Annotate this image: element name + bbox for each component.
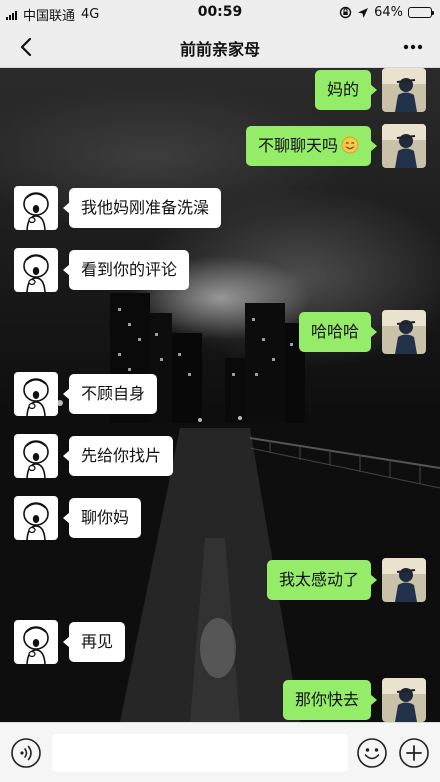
battery-label: 64% bbox=[374, 5, 403, 20]
contact-avatar[interactable] bbox=[14, 434, 58, 478]
message-sent: 我太感动了 bbox=[266, 558, 426, 602]
location-icon bbox=[358, 7, 369, 18]
message-bubble[interactable]: 看到你的评论 bbox=[62, 250, 190, 290]
message-bubble[interactable]: 聊你妈 bbox=[62, 498, 142, 538]
orientation-lock-icon bbox=[339, 6, 352, 19]
chat-area[interactable]: 妈的 不聊聊天吗 我他妈刚准备洗澡 看到你的评论 哈哈哈 不顾自身 先给你找片 … bbox=[0, 68, 440, 722]
message-bubble[interactable]: 我太感动了 bbox=[266, 560, 378, 600]
message-text: 那你快去 bbox=[294, 690, 359, 709]
my-avatar[interactable] bbox=[382, 678, 426, 722]
status-right: 64% bbox=[339, 5, 434, 20]
my-avatar[interactable] bbox=[382, 558, 426, 602]
message-text: 聊你妈 bbox=[81, 508, 130, 527]
message-bubble[interactable]: 再见 bbox=[62, 622, 126, 662]
message-text: 看到你的评论 bbox=[81, 260, 178, 279]
message-received: 先给你找片 bbox=[14, 434, 174, 478]
smile-emoji-icon bbox=[341, 136, 359, 154]
message-text: 不顾自身 bbox=[81, 384, 146, 403]
message-bubble[interactable]: 那你快去 bbox=[282, 680, 378, 720]
my-avatar[interactable] bbox=[382, 68, 426, 112]
contact-avatar[interactable] bbox=[14, 186, 58, 230]
status-bar: 中国联通 4G 00:59 64% bbox=[0, 0, 440, 26]
message-received: 我他妈刚准备洗澡 bbox=[14, 186, 222, 230]
message-text: 哈哈哈 bbox=[310, 322, 359, 341]
input-bar bbox=[0, 722, 440, 782]
message-bubble[interactable]: 我他妈刚准备洗澡 bbox=[62, 188, 222, 228]
message-sent: 哈哈哈 bbox=[298, 310, 426, 354]
message-text: 先给你找片 bbox=[81, 446, 162, 465]
contact-avatar[interactable] bbox=[14, 496, 58, 540]
battery-icon bbox=[408, 7, 434, 18]
my-avatar[interactable] bbox=[382, 124, 426, 168]
emoji-icon[interactable] bbox=[356, 737, 388, 769]
message-text: 再见 bbox=[81, 632, 114, 651]
message-received: 聊你妈 bbox=[14, 496, 142, 540]
plus-icon[interactable] bbox=[398, 737, 430, 769]
nav-bar: 前前亲家母 bbox=[0, 26, 440, 68]
message-received: 再见 bbox=[14, 620, 126, 664]
message-sent: 妈的 bbox=[314, 68, 426, 112]
message-text: 我太感动了 bbox=[278, 570, 359, 589]
message-text: 我他妈刚准备洗澡 bbox=[81, 198, 210, 217]
message-bubble[interactable]: 妈的 bbox=[314, 70, 378, 110]
message-received: 看到你的评论 bbox=[14, 248, 190, 292]
message-bubble[interactable]: 不顾自身 bbox=[62, 374, 158, 414]
contact-avatar[interactable] bbox=[14, 248, 58, 292]
voice-icon[interactable] bbox=[10, 737, 42, 769]
message-sent: 那你快去 bbox=[282, 678, 426, 722]
my-avatar[interactable] bbox=[382, 310, 426, 354]
message-text: 妈的 bbox=[326, 80, 359, 99]
contact-avatar[interactable] bbox=[14, 372, 58, 416]
message-received: 不顾自身 bbox=[14, 372, 158, 416]
more-dots-icon[interactable] bbox=[400, 34, 426, 60]
message-text: 不聊聊天吗 bbox=[257, 136, 338, 155]
chat-title: 前前亲家母 bbox=[179, 40, 260, 59]
chevron-left-icon[interactable] bbox=[14, 34, 40, 60]
contact-avatar[interactable] bbox=[14, 620, 58, 664]
message-input[interactable] bbox=[52, 734, 348, 772]
message-sent: 不聊聊天吗 bbox=[245, 124, 426, 168]
message-bubble[interactable]: 不聊聊天吗 bbox=[245, 126, 378, 166]
message-bubble[interactable]: 先给你找片 bbox=[62, 436, 174, 476]
message-bubble[interactable]: 哈哈哈 bbox=[298, 312, 378, 352]
